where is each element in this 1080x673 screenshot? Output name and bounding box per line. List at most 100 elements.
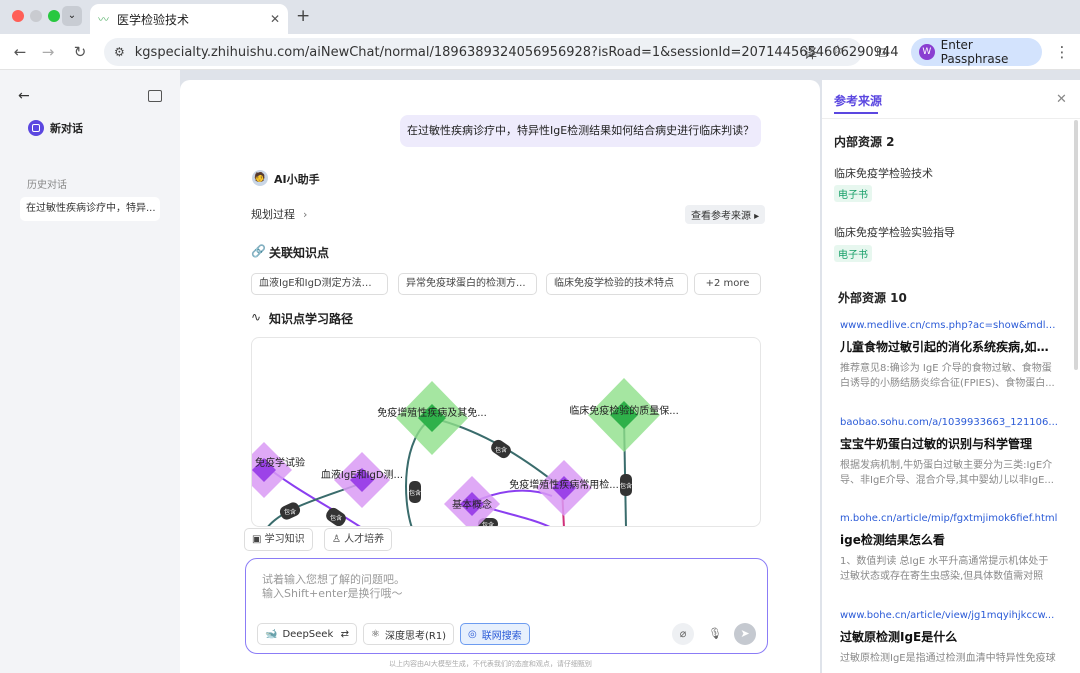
source-desc: 推荐意见8:确诊为 IgE 介导的食物过敏、食物蛋白诱导的小肠结肠炎综合征(FP… bbox=[840, 363, 1055, 389]
back-arrow-icon[interactable]: ← bbox=[10, 42, 30, 62]
source-tag: 电子书 bbox=[834, 185, 872, 202]
placeholder-line: 输入Shift+enter是换行哦～ bbox=[262, 587, 403, 600]
deepseek-icon: 🐋 bbox=[265, 628, 278, 640]
view-sources-button[interactable]: 查看参考来源 ▸ bbox=[685, 205, 766, 224]
new-chat-button[interactable]: 新对话 bbox=[28, 120, 83, 136]
graph-node-label: 免疫学试验 bbox=[255, 456, 305, 469]
reload-icon[interactable]: ↻ bbox=[70, 42, 90, 62]
graph-node[interactable]: 血液IgE和IgD测... bbox=[321, 452, 403, 508]
planning-label: 规划过程 bbox=[251, 208, 295, 221]
web-search-toggle[interactable]: ◎ 联网搜索 bbox=[460, 623, 530, 645]
forward-arrow-icon[interactable]: → bbox=[38, 42, 58, 62]
graph-edge-label: 包含 bbox=[409, 489, 421, 497]
tab-close-icon[interactable]: ✕ bbox=[270, 12, 280, 26]
site-settings-icon[interactable]: ⚙ bbox=[114, 45, 125, 59]
new-tab-icon[interactable]: + bbox=[296, 6, 310, 26]
chat-input[interactable]: 试着输入您想了解的问题吧。 输入Shift+enter是换行哦～ bbox=[262, 573, 405, 601]
planning-toggle[interactable]: 规划过程 › bbox=[251, 206, 307, 222]
attach-icon[interactable]: ⌀ bbox=[672, 623, 694, 645]
external-source[interactable]: baobao.sohu.com/a/1039933663_121106... 宝… bbox=[840, 417, 1058, 488]
graph-node[interactable]: 免疫增殖性疾病常用检... bbox=[509, 460, 619, 516]
external-source[interactable]: www.bohe.cn/article/view/jg1mqyihjkccw..… bbox=[840, 610, 1058, 666]
passphrase-button[interactable]: W Enter Passphrase bbox=[911, 38, 1042, 66]
related-chip[interactable]: 血液IgE和IgD测定方法及... bbox=[251, 273, 388, 295]
source-title[interactable]: ige检测结果怎么看 bbox=[840, 531, 1058, 548]
disclaimer: 以上内容由AI大模型生成，不代表我们的态度和观点，请仔细甄别 bbox=[389, 660, 592, 668]
tab-favicon-icon: 〰 bbox=[98, 13, 109, 26]
graph-node-label: 免疫增殖性疾病及其免... bbox=[377, 406, 487, 419]
graph-node-label: 免疫增殖性疾病常用检... bbox=[509, 478, 619, 491]
view-sources-label: 查看参考来源 bbox=[691, 211, 751, 222]
internal-source-title[interactable]: 临床免疫学检验技术 bbox=[834, 165, 933, 181]
source-title[interactable]: 过敏原检测IgE是什么 bbox=[840, 628, 1058, 645]
minimize-window-dot[interactable] bbox=[30, 10, 42, 22]
deep-think-label: 深度思考(R1) bbox=[384, 630, 447, 642]
related-chip[interactable]: 临床免疫学检验的技术特点 bbox=[546, 273, 688, 295]
url-text: kgspecialty.zhihuishu.com/aiNewChat/norm… bbox=[134, 44, 899, 60]
browser-tab[interactable]: 〰 医学检验技术 ✕ bbox=[90, 4, 288, 34]
graph-edge-label: 包含 bbox=[620, 482, 632, 490]
external-source[interactable]: www.medlive.cn/cms.php?ac=show&mdl=i... … bbox=[840, 320, 1058, 391]
history-item[interactable]: 在过敏性疾病诊疗中，特异... bbox=[20, 197, 160, 221]
chat-input-box[interactable]: 试着输入您想了解的问题吧。 输入Shift+enter是换行哦～ 🐋 DeepS… bbox=[245, 558, 768, 654]
scrollbar[interactable] bbox=[1074, 120, 1078, 370]
graph-node[interactable]: 免疫学试验 bbox=[252, 442, 305, 498]
assistant-avatar: 🧑 bbox=[252, 170, 268, 186]
swap-icon[interactable]: ⇄ bbox=[341, 629, 349, 640]
microphone-icon[interactable]: 🎙 bbox=[704, 623, 726, 645]
internal-heading: 内部资源 2 bbox=[834, 135, 895, 149]
divider bbox=[822, 118, 1080, 119]
history-heading: 历史对话 bbox=[27, 180, 67, 191]
bookmark-star-icon[interactable]: ☆ bbox=[832, 43, 844, 58]
collapse-sidebar-icon[interactable] bbox=[148, 90, 162, 102]
graph-edge-label: 包含 bbox=[330, 514, 342, 522]
graph-node-label: 血液IgE和IgD测... bbox=[321, 468, 403, 481]
path-icon: ∿ bbox=[251, 310, 262, 324]
internal-source-title[interactable]: 临床免疫学检验实验指导 bbox=[834, 224, 955, 240]
globe-icon: ◎ bbox=[468, 628, 477, 640]
extensions-icon[interactable]: ⧉ bbox=[872, 42, 892, 62]
source-link[interactable]: baobao.sohu.com/a/1039933663_121106... bbox=[840, 417, 1058, 428]
translate-icon[interactable]: 译 bbox=[804, 43, 817, 62]
graph-edge-label: 包含 bbox=[495, 446, 507, 454]
deep-think-toggle[interactable]: ⚛ 深度思考(R1) bbox=[363, 623, 455, 645]
learn-knowledge-button[interactable]: ▣ 学习知识 bbox=[244, 528, 313, 551]
graph-node-label: 基本概念 bbox=[452, 498, 492, 511]
graph-node[interactable]: 免疫增殖性疾病及其免... bbox=[377, 381, 487, 455]
source-desc: 1、数值判读 总IgE 水平升高通常提示机体处于过敏状态或存在寄生虫感染,但具体… bbox=[840, 556, 1049, 582]
source-title[interactable]: 儿童食物过敏引起的消化系统疾病,如何进... bbox=[840, 338, 1058, 355]
talent-training-button[interactable]: ♙ 人才培养 bbox=[324, 528, 393, 551]
source-title[interactable]: 宝宝牛奶蛋白过敏的识别与科学管理 bbox=[840, 435, 1058, 452]
placeholder-line: 试着输入您想了解的问题吧。 bbox=[262, 573, 405, 586]
more-menu-icon[interactable]: ⋮ bbox=[1052, 42, 1072, 62]
talent-training-label: 人才培养 bbox=[344, 534, 385, 545]
user-message: 在过敏性疾病诊疗中，特异性IgE检测结果如何结合病史进行临床判读？ bbox=[400, 115, 761, 147]
back-arrow-icon[interactable]: ← bbox=[18, 88, 30, 104]
related-chip[interactable]: 异常免疫球蛋白的检测方... bbox=[398, 273, 537, 295]
passphrase-label: Enter Passphrase bbox=[940, 38, 1009, 66]
path-heading: 知识点学习路径 bbox=[269, 312, 354, 326]
graph-edge-label: 包含 bbox=[482, 521, 494, 527]
more-chips-button[interactable]: +2 more bbox=[694, 273, 761, 295]
close-window-dot[interactable] bbox=[12, 10, 24, 22]
model-selector[interactable]: 🐋 DeepSeek ⇄ bbox=[257, 623, 357, 645]
source-link[interactable]: m.bohe.cn/article/mip/fgxtmjimok6fief.ht… bbox=[840, 513, 1058, 524]
maximize-window-dot[interactable] bbox=[48, 10, 60, 22]
sidebar: ← 新对话 历史对话 在过敏性疾病诊疗中，特异... bbox=[0, 70, 180, 673]
source-link[interactable]: www.bohe.cn/article/view/jg1mqyihjkccw..… bbox=[840, 610, 1058, 621]
graph-node[interactable]: 临床免疫检验的质量保... bbox=[569, 378, 679, 452]
tab-search-chevron-icon[interactable]: ⌄ bbox=[62, 6, 82, 26]
source-link[interactable]: www.medlive.cn/cms.php?ac=show&mdl=i... bbox=[840, 320, 1058, 331]
knowledge-graph[interactable]: 包含 包含 包含 包含 包含 包含 免疫增殖性疾病及其免... 临床免疫检验的质… bbox=[251, 337, 761, 527]
tab-sources[interactable]: 参考来源 bbox=[834, 92, 882, 109]
tab-title: 医学检验技术 bbox=[117, 12, 190, 27]
tab-underline bbox=[834, 112, 878, 114]
new-chat-label: 新对话 bbox=[50, 122, 83, 135]
graph-node-label: 临床免疫检验的质量保... bbox=[569, 404, 679, 417]
close-icon[interactable]: ✕ bbox=[1056, 92, 1067, 107]
external-source[interactable]: m.bohe.cn/article/mip/fgxtmjimok6fief.ht… bbox=[840, 513, 1058, 584]
source-desc: 根据发病机制,牛奶蛋白过敏主要分为三类:IgE介导、非IgE介导、混合介导,其中… bbox=[840, 460, 1054, 486]
send-icon[interactable]: ➤ bbox=[734, 623, 756, 645]
chevron-right-icon: › bbox=[303, 207, 308, 221]
address-bar[interactable]: ⚙ kgspecialty.zhihuishu.com/aiNewChat/no… bbox=[104, 38, 899, 66]
